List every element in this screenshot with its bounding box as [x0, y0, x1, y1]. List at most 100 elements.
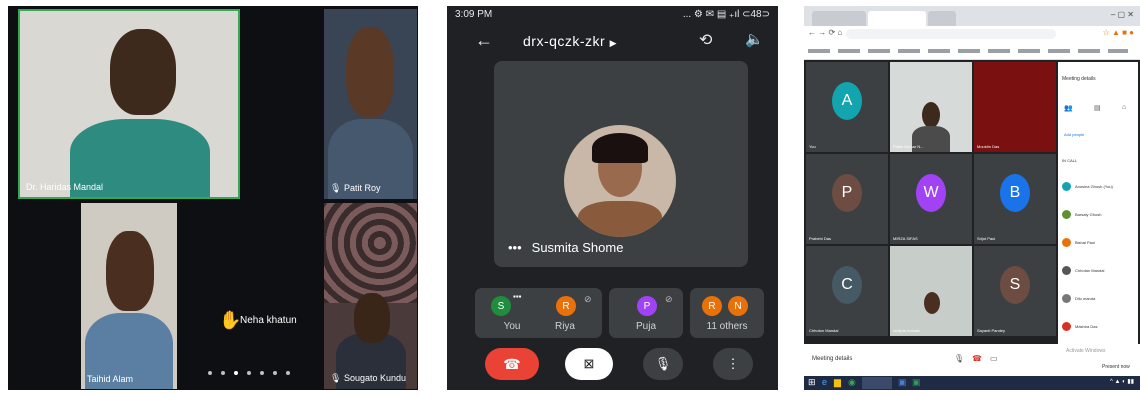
back-arrow-icon[interactable]: ← — [475, 30, 493, 51]
bookmark-items[interactable] — [808, 49, 1128, 53]
participant-name: Sayanti Pandey — [977, 328, 1006, 333]
participant-row[interactable]: Anusina Ghosh (You) — [1062, 182, 1113, 191]
browser-tab-active[interactable] — [868, 11, 926, 26]
speaker-icon[interactable]: 🔈 — [745, 30, 764, 48]
page-dots[interactable] — [208, 371, 290, 375]
switch-camera-icon[interactable]: ⟲ — [699, 30, 712, 50]
taskbar-active-app[interactable] — [862, 377, 892, 389]
status-icons: ... ⚙ ✉ ▤ ₊ıl ⊂48⊃ — [682, 9, 770, 20]
participant-avatar — [1062, 322, 1071, 331]
participant-avatar: S — [1000, 266, 1030, 304]
end-call-icon[interactable]: ☎ — [972, 354, 982, 363]
participant-avatar — [1062, 294, 1071, 303]
participant-face — [110, 29, 176, 115]
caret-icon: ▶ — [609, 38, 618, 48]
mic-off-icon: ⊘ — [584, 294, 592, 304]
participant-name: Taihid Alam — [87, 374, 134, 384]
participant-tile[interactable]: P Prabehi Das — [806, 154, 888, 244]
participant-tile[interactable]: Dr. Haridas Mandal — [18, 9, 240, 199]
explorer-icon[interactable]: ▆ — [834, 377, 841, 388]
edge-icon[interactable]: e — [822, 377, 827, 387]
url-field[interactable] — [846, 29, 1056, 39]
participant-tile[interactable]: Mouktin Das — [974, 62, 1056, 152]
wall-pattern — [324, 203, 417, 303]
status-bar: 3:09 PM ... ⚙ ✉ ▤ ₊ıl ⊂48⊃ — [455, 9, 770, 20]
participant-face — [924, 292, 940, 314]
participant-chip[interactable]: R N 11 others — [690, 288, 764, 338]
participant-tile[interactable]: 🎙 Patit Roy — [324, 9, 417, 199]
participant-name: Prabehi Das — [809, 236, 832, 241]
add-people-link[interactable]: Add people — [1064, 132, 1084, 137]
participant-row[interactable]: Mashira Das — [1062, 322, 1097, 331]
browser-tab[interactable] — [928, 11, 956, 26]
activities-tab-icon[interactable]: ⌂ — [1122, 104, 1126, 111]
phone-hangup-icon: ☎ — [503, 355, 521, 372]
participant-tile[interactable]: sudipta mahato — [890, 246, 972, 336]
participant-tile[interactable]: S Sayanti Pandey — [974, 246, 1056, 336]
nav-arrows-icon[interactable]: ← → ⟳ ⌂ — [808, 28, 842, 37]
meeting-header: ← drx-qczk-zkr ▶ ⟲ 🔈 — [447, 28, 778, 56]
speaking-indicator-icon: ▪▪▪ — [513, 292, 522, 301]
extension-icons[interactable]: ☆ ▲ ■ ● — [1103, 28, 1134, 37]
participant-name: 🎙 Patit Roy — [330, 183, 381, 193]
participant-tile[interactable]: C Chhoton Mandal — [806, 246, 888, 336]
participant-avatar: W — [916, 174, 946, 212]
people-tab-icon[interactable]: 👥 — [1064, 104, 1073, 112]
participant-face — [106, 231, 154, 311]
participant-tile[interactable]: Taihid Alam — [81, 203, 177, 389]
end-call-button[interactable]: ☎ — [485, 348, 539, 380]
speaker-label: ••• Susmita Shome — [508, 240, 623, 255]
participant-initial: N — [728, 296, 748, 316]
participant-tile[interactable]: A You — [806, 62, 888, 152]
camera-icon[interactable]: ▭ — [990, 354, 998, 363]
participant-name: Mouktin Das — [977, 144, 1000, 149]
participant-tile[interactable]: W MIRZA SIFAS — [890, 154, 972, 244]
meeting-details-button[interactable]: Meeting details — [812, 356, 852, 362]
participant-tile[interactable]: 🎙 Sougato Kundu — [324, 203, 417, 389]
participant-row[interactable]: Dilu manda — [1062, 294, 1095, 303]
browser-tabs: – ▢ ✕ — [804, 6, 1140, 26]
participant-initial: P — [637, 296, 657, 316]
window-controls-icon[interactable]: – ▢ ✕ — [1111, 10, 1134, 19]
section-heading: IN CALL — [1062, 158, 1078, 163]
participant-row[interactable]: Chhotan Mandal — [1062, 266, 1104, 275]
more-dots-icon[interactable]: ••• — [508, 240, 522, 255]
participant-label: 11 others — [706, 321, 748, 332]
present-now-button[interactable]: Present now — [1102, 364, 1130, 370]
participant-tile[interactable]: B Srijot Paul — [974, 154, 1056, 244]
more-options-button[interactable]: ⋮ — [713, 348, 753, 380]
participant-avatar — [1062, 266, 1071, 275]
participant-avatar — [1062, 182, 1071, 191]
excel-icon[interactable]: ▣ — [912, 377, 921, 388]
raised-hand-icon: ✋ — [219, 310, 242, 330]
mic-icon[interactable]: 🎙 — [954, 354, 964, 363]
meeting-code[interactable]: drx-qczk-zkr ▶ — [523, 33, 617, 49]
mic-toggle-button[interactable]: 🎙 — [643, 348, 683, 380]
address-bar[interactable]: ← → ⟳ ⌂ ☆ ▲ ■ ● — [804, 26, 1140, 42]
start-icon[interactable]: ⊞ — [808, 377, 816, 388]
video-call-grid: Dr. Haridas Mandal 🎙 Patit Roy Taihid Al… — [8, 6, 418, 390]
participant-row[interactable]: Bishal Paul — [1062, 238, 1095, 247]
speaker-avatar — [564, 125, 676, 237]
chat-tab-icon[interactable]: ▤ — [1094, 104, 1101, 112]
bookmarks-bar — [804, 42, 1140, 60]
system-tray-icons[interactable]: ^ ▲ ◐ ▮▮ — [1110, 378, 1134, 385]
participant-initial: S — [491, 296, 511, 316]
camera-toggle-button[interactable]: ⊠ — [565, 348, 613, 380]
browser-tab[interactable] — [812, 11, 866, 26]
windows-taskbar: ⊞ e ▆ ◉ ▣ ▣ ^ ▲ ◐ ▮▮ — [804, 376, 1140, 390]
participant-row[interactable]: Barsaty Ghosh — [1062, 210, 1101, 219]
participant-name: sudipta mahato — [893, 328, 921, 333]
chrome-icon[interactable]: ◉ — [848, 377, 856, 388]
participant-chip[interactable]: P ⊘ Puja — [609, 288, 683, 338]
participant-row-name: Dilu manda — [1075, 296, 1096, 301]
participant-name: You — [809, 144, 816, 149]
participant-avatar: A — [832, 82, 862, 120]
participant-label: Puja — [635, 321, 656, 332]
speaker-tile[interactable]: ••• Susmita Shome — [494, 61, 748, 267]
word-icon[interactable]: ▣ — [898, 377, 907, 388]
participant-tile[interactable]: Pralin Kumar N... — [890, 62, 972, 152]
participant-chip[interactable]: R ⊘ Riya — [528, 288, 602, 338]
participant-name: Srijot Paul — [977, 236, 996, 241]
camera-off-icon: ⊠ — [583, 356, 595, 371]
